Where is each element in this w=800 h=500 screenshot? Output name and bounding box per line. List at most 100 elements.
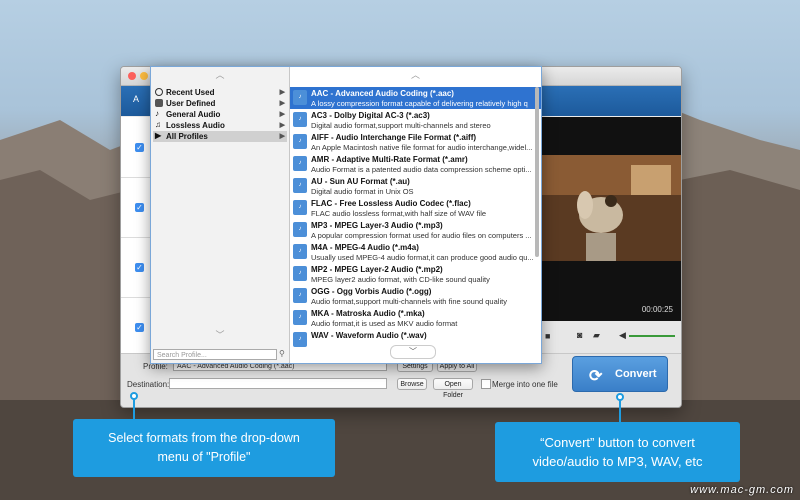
chevron-right-icon: ▶ bbox=[279, 89, 285, 96]
chevron-up-icon[interactable]: ︿ bbox=[151, 69, 289, 81]
format-title: MP2 - MPEG Layer-2 Audio (*.mp2) bbox=[311, 265, 443, 274]
convert-label: Convert bbox=[615, 368, 657, 380]
format-title: AU - Sun AU Format (*.au) bbox=[311, 177, 410, 186]
merge-checkbox[interactable] bbox=[481, 379, 491, 389]
format-desc: A lossy compression format capable of de… bbox=[311, 99, 528, 108]
preview-frame bbox=[541, 155, 681, 261]
category-label: User Defined bbox=[166, 99, 216, 108]
audio-file-icon: ♪ bbox=[293, 288, 307, 303]
volume-slider[interactable] bbox=[629, 335, 675, 337]
add-file-button[interactable]: A bbox=[133, 94, 139, 104]
preview-time: 00:00:25 bbox=[641, 305, 673, 314]
category-recent-used[interactable]: Recent Used ▶ bbox=[153, 87, 287, 98]
volume-icon[interactable]: ◀ bbox=[619, 330, 626, 341]
watermark: www.mac-gm.com bbox=[690, 484, 794, 496]
callout-text: Select formats from the drop-down bbox=[108, 431, 300, 445]
format-desc: Usually used MPEG-4 audio format,it can … bbox=[311, 253, 534, 262]
format-title: AMR - Adaptive Multi-Rate Format (*.amr) bbox=[311, 155, 468, 164]
clock-icon bbox=[155, 88, 163, 96]
chevron-right-icon: ▶ bbox=[279, 133, 285, 140]
audio-file-icon: ♪ bbox=[293, 178, 307, 193]
callout-text: video/audio to MP3, WAV, etc bbox=[532, 454, 703, 469]
file-checkbox[interactable]: ✓ bbox=[135, 323, 144, 332]
format-title: MP3 - MPEG Layer-3 Audio (*.mp3) bbox=[311, 221, 443, 230]
format-scrollbar[interactable] bbox=[535, 87, 539, 257]
format-title: AIFF - Audio Interchange File Format (*.… bbox=[311, 133, 477, 142]
chevron-down-icon[interactable]: ﹀ bbox=[151, 329, 289, 341]
chevron-up-icon[interactable]: ︿ bbox=[290, 69, 541, 81]
format-desc: FLAC audio lossless format,with half siz… bbox=[311, 209, 487, 218]
callout-text: “Convert” button to convert bbox=[540, 435, 695, 450]
audio-file-icon: ♪ bbox=[293, 266, 307, 281]
category-user-defined[interactable]: User Defined ▶ bbox=[153, 98, 287, 109]
open-folder-button[interactable]: Open Folder bbox=[433, 378, 473, 399]
camera-icon[interactable]: ◙ bbox=[577, 330, 582, 340]
destination-label: Destination: bbox=[127, 380, 170, 389]
format-title: OGG - Ogg Vorbis Audio (*.ogg) bbox=[311, 287, 432, 296]
format-title: AAC - Advanced Audio Coding (*.aac) bbox=[311, 89, 454, 98]
format-item[interactable]: ♪ MKA - Matroska Audio (*.mka) Audio forma… bbox=[290, 307, 541, 329]
callout-text: menu of "Profile" bbox=[157, 450, 251, 464]
profile-categories: ︿ Recent Used ▶ User Defined ▶ ♪ General A… bbox=[151, 67, 290, 363]
format-title: FLAC - Free Lossless Audio Codec (*.flac… bbox=[311, 199, 471, 208]
format-title: AC3 - Dolby Digital AC-3 (*.ac3) bbox=[311, 111, 430, 120]
format-desc: Audio format,it is used as MKV audio for… bbox=[311, 319, 458, 328]
category-all-profiles[interactable]: ▶ All Profiles ▶ bbox=[153, 131, 287, 142]
format-item[interactable]: ♪ AIFF - Audio Interchange File Format (*… bbox=[290, 131, 541, 153]
search-icon[interactable]: ⚲ bbox=[279, 349, 285, 358]
convert-callout: “Convert” button to convert video/audio … bbox=[495, 422, 740, 482]
music-note-icon: ♫ bbox=[155, 120, 161, 129]
file-checkbox[interactable]: ✓ bbox=[135, 203, 144, 212]
format-item[interactable]: ♪ OGG - Ogg Vorbis Audio (*.ogg) Audio for… bbox=[290, 285, 541, 307]
destination-input[interactable] bbox=[169, 378, 387, 389]
audio-file-icon: ♪ bbox=[293, 310, 307, 325]
format-item[interactable]: ♪ M4A - MPEG-4 Audio (*.m4a) Usually used … bbox=[290, 241, 541, 263]
music-note-icon: ♪ bbox=[155, 109, 159, 118]
format-item[interactable]: ♪ AAC - Advanced Audio Coding (*.aac) A lo… bbox=[290, 87, 541, 109]
file-checkbox[interactable]: ✓ bbox=[135, 263, 144, 272]
profile-callout: Select formats from the drop-down menu o… bbox=[73, 419, 335, 477]
chevron-right-icon: ▶ bbox=[279, 122, 285, 129]
format-desc: Audio Format is a patented audio data co… bbox=[311, 165, 532, 174]
file-checkbox[interactable]: ✓ bbox=[135, 143, 144, 152]
format-desc: An Apple Macintosh native file format fo… bbox=[311, 143, 533, 152]
format-item[interactable]: ♪ FLAC - Free Lossless Audio Codec (*.fla… bbox=[290, 197, 541, 219]
format-title: MKA - Matroska Audio (*.mka) bbox=[311, 309, 425, 318]
category-general-audio[interactable]: ♪ General Audio ▶ bbox=[153, 109, 287, 120]
close-window-button[interactable] bbox=[128, 72, 136, 80]
format-desc: Digital audio format in Unix OS bbox=[311, 187, 414, 196]
format-item[interactable]: ♪ MP2 - MPEG Layer-2 Audio (*.mp2) MPEG la… bbox=[290, 263, 541, 285]
format-list: ♪ AAC - Advanced Audio Coding (*.aac) A lo… bbox=[290, 67, 541, 363]
video-preview: 00:00:25 ■ ◙ ▰ ◀ bbox=[541, 117, 681, 353]
category-label: Lossless Audio bbox=[166, 121, 225, 130]
category-label: General Audio bbox=[166, 110, 221, 119]
convert-button[interactable]: ⟳ Convert bbox=[572, 356, 668, 392]
merge-label: Merge into one file bbox=[492, 380, 558, 389]
format-item[interactable]: ♪ AC3 - Dolby Digital AC-3 (*.ac3) Digital… bbox=[290, 109, 541, 131]
audio-file-icon: ♪ bbox=[293, 244, 307, 259]
chevron-down-icon[interactable]: ﹀ bbox=[390, 345, 436, 359]
user-icon bbox=[155, 99, 163, 107]
audio-file-icon: ♪ bbox=[293, 200, 307, 215]
format-item[interactable]: ♪ MP3 - MPEG Layer-3 Audio (*.mp3) A popul… bbox=[290, 219, 541, 241]
category-label: Recent Used bbox=[166, 88, 215, 97]
profile-search-input[interactable]: Search Profile... bbox=[153, 349, 277, 360]
audio-file-icon: ♪ bbox=[293, 332, 307, 347]
audio-file-icon: ♪ bbox=[293, 112, 307, 127]
refresh-icon: ⟳ bbox=[589, 368, 603, 385]
browse-button[interactable]: Browse bbox=[397, 378, 427, 390]
category-label: All Profiles bbox=[166, 132, 208, 141]
stop-icon[interactable]: ■ bbox=[545, 331, 550, 341]
format-item[interactable]: ♪ AU - Sun AU Format (*.au) Digital audio … bbox=[290, 175, 541, 197]
format-desc: Digital audio format,support multi-chann… bbox=[311, 121, 491, 130]
category-lossless-audio[interactable]: ♫ Lossless Audio ▶ bbox=[153, 120, 287, 131]
minimize-window-button[interactable] bbox=[140, 72, 148, 80]
chevron-right-icon: ▶ bbox=[279, 100, 285, 107]
audio-file-icon: ♪ bbox=[293, 156, 307, 171]
format-item[interactable]: ♪ AMR - Adaptive Multi-Rate Format (*.amr… bbox=[290, 153, 541, 175]
audio-file-icon: ♪ bbox=[293, 90, 307, 105]
callout-leader bbox=[619, 400, 621, 422]
folder-icon[interactable]: ▰ bbox=[593, 330, 600, 341]
format-desc: Audio format,support multi-channels with… bbox=[311, 297, 507, 306]
format-desc: A popular compression format used for au… bbox=[311, 231, 532, 240]
